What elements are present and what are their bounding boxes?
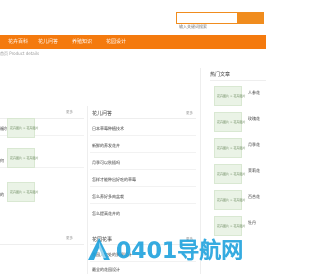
flower-qa-section: 花儿问答 更多 日本草莓种植技术 新鲜的养发花卉 月季可以秋插吗 怎样才能种出好… [90,106,196,226]
thumbnail-image[interactable]: 花卉图片 > 花卉图片 [214,190,245,210]
list-item[interactable]: 月季可以秋插吗 [92,160,120,166]
nav-bar: 花卉百科 花儿问答 养殖知识 花园设计 [0,35,266,49]
search-button[interactable] [238,12,264,24]
nav-item-garden-design[interactable]: 花园设计 [106,35,126,49]
nav-item-growing[interactable]: 养殖知识 [72,35,92,49]
search-box[interactable] [176,12,238,32]
list-item[interactable]: 何 [0,158,4,164]
logo-icon [86,236,112,262]
more-link[interactable]: 更多 [186,111,193,116]
thumbnail-image[interactable]: 花卉图片 > 花卉图片 [7,182,38,202]
more-link[interactable]: 更多 [66,110,73,115]
nav-item-flower-qa[interactable]: 花儿问答 [38,35,58,49]
list-item[interactable]: 怎样才能种出好吃的草莓 [92,177,136,183]
search-input[interactable] [177,21,237,32]
list-item[interactable]: 的 [0,192,4,198]
sidebar-item-label[interactable]: 百合花 [248,194,260,200]
thumbnail-image[interactable]: 花卉图片 > 花卉图片 [214,112,245,132]
list-item[interactable]: 新鲜的养发花卉 [92,143,120,149]
sidebar-item-label[interactable]: 茉莉花 [248,168,260,174]
more-link[interactable]: 更多 [66,236,73,241]
list-item[interactable]: 最全的花园设计 [92,267,120,273]
section-title: 花儿问答 [92,111,113,117]
sidebar-item-label[interactable]: 月季花 [248,142,260,148]
sidebar-item-label[interactable]: 牡丹 [248,220,256,226]
watermark-text: 0401导航网 [116,239,244,264]
header [0,0,266,34]
watermark: 0401导航网 [86,234,243,264]
sidebar-title: 热门文章 [210,72,231,78]
breadcrumb: 首页 Product details [0,51,40,56]
thumbnail-image[interactable]: 花卉图片 > 花卉图片 [7,148,38,168]
nav-item-flower-wiki[interactable]: 花卉百科 [8,35,28,49]
list-item[interactable]: 怎么养好多肉盆栽 [92,194,124,200]
list-item[interactable]: 日本草莓种植技术 [92,126,124,132]
sidebar-item-label[interactable]: 玫瑰花 [248,116,260,122]
thumbnail-image[interactable]: 花卉图片 > 花卉图片 [214,138,245,158]
thumbnail-image[interactable]: 花卉图片 > 花卉图片 [214,86,245,106]
thumbnail-image[interactable]: 花卉图片 > 花卉图片 [7,118,38,138]
thumbnail-image[interactable]: 花卉图片 > 花卉图片 [214,164,245,184]
sidebar-item-label[interactable]: 人参花 [248,90,260,96]
list-item[interactable]: 怎么提高花卉的 [92,211,120,217]
